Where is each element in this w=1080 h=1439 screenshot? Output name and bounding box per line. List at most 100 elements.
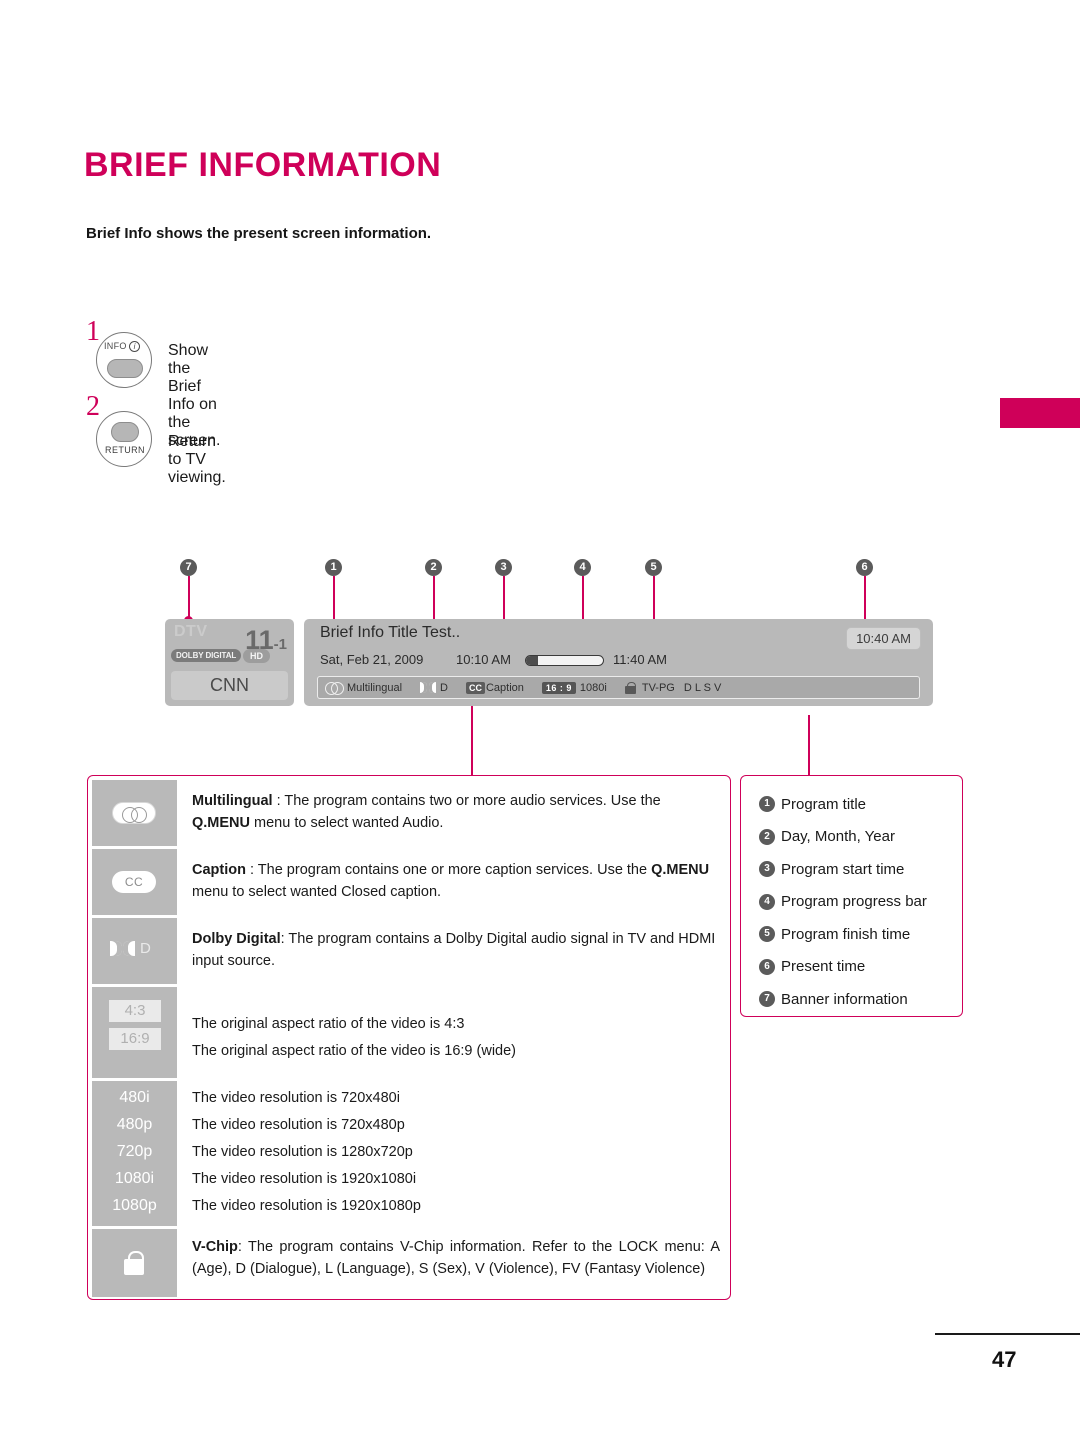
strip-dolby-label: D (440, 681, 448, 694)
channel-name: CNN (171, 671, 288, 700)
callout-1: 1 (325, 559, 342, 576)
list-item: 1 Program title (759, 788, 927, 821)
legend-label-5: Program finish time (781, 925, 911, 943)
legend-text-res-720p: The video resolution is 1280x720p (192, 1144, 413, 1160)
legend-text-res-1080p: The video resolution is 1920x1080p (192, 1198, 421, 1214)
legend-text-res-480p: The video resolution is 720x480p (192, 1117, 405, 1133)
return-arrow-icon (111, 422, 139, 442)
program-date: Sat, Feb 21, 2009 (320, 652, 424, 667)
hd-badge: HD (243, 649, 270, 663)
present-time: 10:40 AM (846, 627, 921, 650)
legend-label-6: Present time (781, 958, 866, 976)
legend-text-res-1080i: The video resolution is 1920x1080i (192, 1171, 417, 1187)
v-chip-lock-icon (124, 1251, 144, 1275)
dolby-digital-badge: DOLBY DIGITAL (171, 649, 242, 662)
callout-3: 3 (495, 559, 512, 576)
res-1080p-icon: 1080p (112, 1197, 157, 1214)
program-progress-bar (525, 655, 604, 666)
legend-text-aspect-4-3: The original aspect ratio of the video i… (192, 1016, 465, 1032)
program-attribute-strip: Multilingual D CC Caption 16 : 9 1080i T… (317, 676, 920, 699)
res-480p-icon: 480p (116, 1116, 153, 1133)
callout-6: 6 (856, 559, 873, 576)
closed-caption-icon: CC (465, 681, 485, 694)
legend-text-multilingual: Multilingual : The program contains two … (192, 793, 661, 832)
program-start-time: 10:10 AM (456, 652, 511, 667)
legend-number-3: 3 (759, 861, 775, 878)
icon-legend-panel: Multilingual : The program contains two … (87, 775, 731, 1300)
step-number-1: 1 (86, 316, 100, 347)
list-item: 2 Day, Month, Year (759, 821, 927, 854)
callout-line-7 (188, 576, 190, 621)
res-1080i-icon: 1080i (114, 1170, 155, 1187)
res-480i-icon: 480i (119, 1089, 150, 1106)
page-subtitle: Brief Info shows the present screen info… (86, 225, 432, 242)
connector-line-right-panel (808, 715, 810, 777)
legend-number-5: 5 (759, 926, 775, 943)
connector-line-left-panel (471, 700, 473, 777)
list-item: 7 Banner information (759, 983, 927, 1016)
legend-icon-cell-aspect: 4:3 16:9 (92, 987, 177, 1078)
dolby-digital-icon: D (110, 940, 151, 957)
progress-fill (526, 656, 539, 665)
program-end-time: 11:40 AM (613, 652, 667, 667)
program-title: Brief Info Title Test.. (320, 624, 461, 641)
side-tab-marker (1000, 398, 1080, 428)
legend-label-2: Day, Month, Year (781, 828, 895, 846)
banner-parts-legend-panel: 1 Program title 2 Day, Month, Year 3 Progra… (740, 775, 963, 1017)
callout-7: 7 (180, 559, 197, 576)
legend-icon-cell-resolution: 480i 480p 720p 1080i 1080p (92, 1081, 177, 1226)
legend-text-aspect-16-9: The original aspect ratio of the video i… (192, 1043, 517, 1059)
list-item: 4 Program progress bar (759, 886, 927, 919)
legend-number-4: 4 (759, 893, 775, 910)
legend-number-7: 7 (759, 991, 775, 1008)
legend-label-7: Banner information (781, 990, 908, 1008)
closed-caption-icon: CC (112, 871, 156, 893)
multilingual-icon (325, 682, 344, 695)
legend-number-1: 1 (759, 796, 775, 813)
info-button-key (107, 359, 143, 378)
legend-label-3: Program start time (781, 860, 905, 878)
footer-rule (935, 1333, 1080, 1335)
strip-caption-label: Caption (485, 681, 524, 694)
aspect-ratio-icon: 16 : 9 (541, 681, 576, 694)
legend-text-caption: Caption : The program contains one or mo… (192, 862, 710, 901)
strip-resolution-label: 1080i (579, 681, 607, 694)
legend-icon-cell-multilingual (92, 780, 177, 846)
legend-text-vchip: V-Chip: The program contains V-Chip info… (192, 1239, 720, 1278)
legend-number-6: 6 (759, 958, 775, 975)
step-text-2: Return to TV viewing. (168, 433, 226, 486)
callout-5: 5 (645, 559, 662, 576)
strip-rating-flags: D L S V (683, 681, 722, 694)
dolby-digital-icon (420, 682, 437, 693)
res-720p-icon: 720p (116, 1143, 153, 1160)
aspect-16-9-icon: 16:9 (109, 1028, 161, 1050)
legend-number-2: 2 (759, 828, 775, 845)
banner-parts-list: 1 Program title 2 Day, Month, Year 3 Progra… (759, 788, 927, 1016)
callout-2: 2 (425, 559, 442, 576)
legend-text-res-480i: The video resolution is 720x480i (192, 1090, 400, 1106)
list-item: 5 Program finish time (759, 918, 927, 951)
step-number-2: 2 (86, 391, 100, 422)
info-button-label: INFO (104, 341, 127, 351)
legend-text-dolby: Dolby Digital: The program contains a Do… (192, 931, 716, 970)
return-button[interactable]: RETURN (96, 411, 152, 467)
legend-label-1: Program title (781, 795, 867, 813)
legend-icon-cell-caption: CC (92, 849, 177, 915)
list-item: 3 Program start time (759, 853, 927, 886)
info-button[interactable]: INFO i (96, 332, 152, 388)
source-label: DTV (174, 623, 208, 640)
v-chip-lock-icon (624, 681, 636, 694)
return-button-label: RETURN (105, 445, 145, 455)
strip-rating-label: TV-PG (641, 681, 675, 694)
legend-icon-cell-vchip (92, 1229, 177, 1297)
channel-minor: -1 (273, 636, 287, 653)
legend-label-4: Program progress bar (781, 893, 927, 911)
multilingual-icon (112, 802, 156, 824)
aspect-4-3-icon: 4:3 (109, 1000, 161, 1022)
page-number: 47 (992, 1347, 1017, 1372)
program-info-box: Brief Info Title Test.. Sat, Feb 21, 200… (304, 619, 933, 706)
info-icon: i (129, 341, 140, 352)
channel-box: DTV 11-1 DOLBY DIGITAL HD CNN (165, 619, 294, 706)
callout-4: 4 (574, 559, 591, 576)
list-item: 6 Present time (759, 951, 927, 984)
